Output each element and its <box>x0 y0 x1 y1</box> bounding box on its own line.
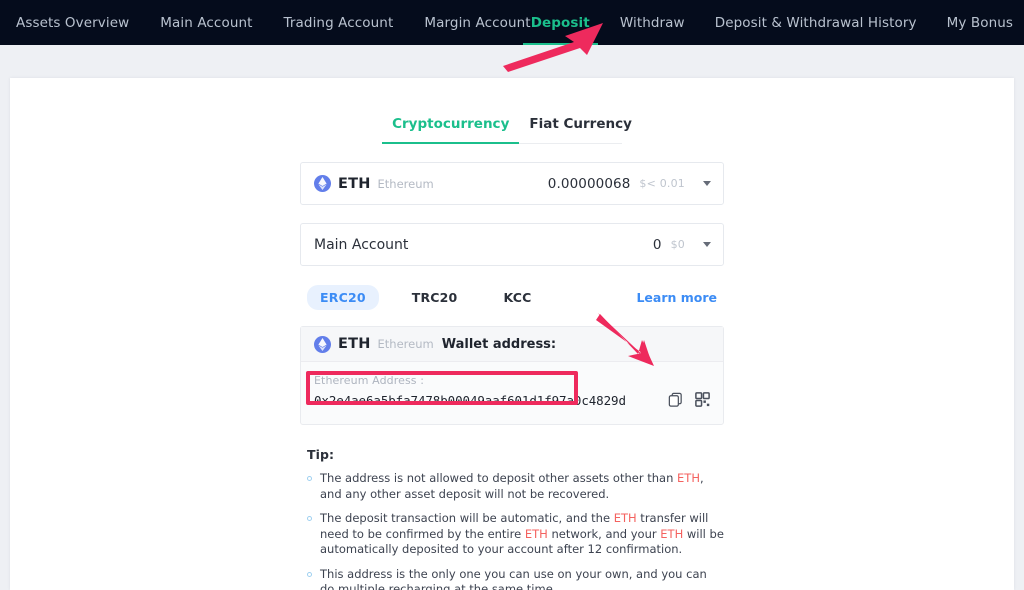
account-balance: 0 <box>652 236 662 253</box>
account-name: Main Account <box>314 236 409 253</box>
nav-item-deposit-withdrawal-history[interactable]: Deposit & Withdrawal History <box>715 0 917 45</box>
coin-usd-value: $< 0.01 <box>639 177 685 190</box>
wallet-address-panel: ETH Ethereum Wallet address: Ethereum Ad… <box>300 326 724 425</box>
account-selector[interactable]: Main Account 0 $0 <box>300 223 724 266</box>
wallet-coin-symbol: ETH <box>338 336 371 352</box>
address-action-buttons <box>667 391 711 408</box>
tab-fiat-currency[interactable]: Fiat Currency <box>519 110 642 143</box>
coin-name: Ethereum <box>377 176 434 191</box>
chevron-down-icon[interactable] <box>703 181 711 186</box>
tip-text: This address is the only one you can use… <box>320 566 707 590</box>
nav-item-trading-account[interactable]: Trading Account <box>284 0 394 45</box>
tip-item: The address is not allowed to deposit ot… <box>307 471 724 502</box>
nav-item-deposit[interactable]: Deposit <box>522 0 598 45</box>
tips-title: Tip: <box>307 447 335 462</box>
account-usd-value: $0 <box>670 238 685 251</box>
nav-item-assets-overview[interactable]: Assets Overview <box>16 0 129 45</box>
tip-text: The deposit transaction will be automati… <box>320 511 724 557</box>
learn-more-link[interactable]: Learn more <box>636 290 717 305</box>
address-caption: Ethereum Address : <box>314 374 425 387</box>
nav-item-margin-account[interactable]: Margin Account <box>424 0 530 45</box>
chain-chip-erc20[interactable]: ERC20 <box>307 285 379 310</box>
bullet-icon <box>307 476 312 481</box>
nav-right-group: Deposit Withdraw Deposit & Withdrawal Hi… <box>522 0 1013 45</box>
qr-code-icon[interactable] <box>694 391 711 408</box>
wallet-address-label: Wallet address: <box>441 336 557 352</box>
nav-item-my-bonus[interactable]: My Bonus <box>947 0 1013 45</box>
nav-item-withdraw[interactable]: Withdraw <box>620 0 685 45</box>
coin-balance: 0.00000068 <box>547 175 631 192</box>
coin-selector[interactable]: ETH Ethereum 0.00000068 $< 0.01 <box>300 162 724 205</box>
copy-icon[interactable] <box>667 391 684 408</box>
bullet-icon <box>307 571 312 577</box>
tips-section: Tip: The address is not allowed to depos… <box>300 447 724 590</box>
bullet-icon <box>307 516 312 522</box>
tip-text: The address is not allowed to deposit ot… <box>320 471 704 501</box>
tip-item: The deposit transaction will be automati… <box>307 511 724 558</box>
coin-symbol: ETH <box>338 175 371 192</box>
tip-item: This address is the only one you can use… <box>307 567 724 590</box>
chevron-down-icon[interactable] <box>703 242 711 247</box>
wallet-coin-name: Ethereum <box>377 337 434 351</box>
nav-item-main-account[interactable]: Main Account <box>160 0 252 45</box>
chain-chip-trc20[interactable]: TRC20 <box>399 285 471 310</box>
chain-selector-bar: ERC20 TRC20 KCC Learn more <box>300 285 724 310</box>
top-navigation-bar: Assets Overview Main Account Trading Acc… <box>0 0 1024 45</box>
chain-chip-kcc[interactable]: KCC <box>490 285 544 310</box>
tab-cryptocurrency[interactable]: Cryptocurrency <box>382 110 520 144</box>
ethereum-logo-icon <box>314 335 331 353</box>
wallet-address-value[interactable]: 0x2e4ae6a5bfa7478b00049aaf601d1f97a0c482… <box>314 393 710 408</box>
ethereum-logo-icon <box>314 175 331 192</box>
currency-type-tabs: Cryptocurrency Fiat Currency <box>382 110 632 144</box>
nav-left-group: Assets Overview Main Account Trading Acc… <box>16 0 531 45</box>
deposit-panel: Cryptocurrency Fiat Currency ETH Ethereu… <box>300 110 724 590</box>
wallet-address-body: Ethereum Address : 0x2e4ae6a5bfa7478b000… <box>301 362 723 424</box>
wallet-address-header: ETH Ethereum Wallet address: <box>301 327 723 362</box>
